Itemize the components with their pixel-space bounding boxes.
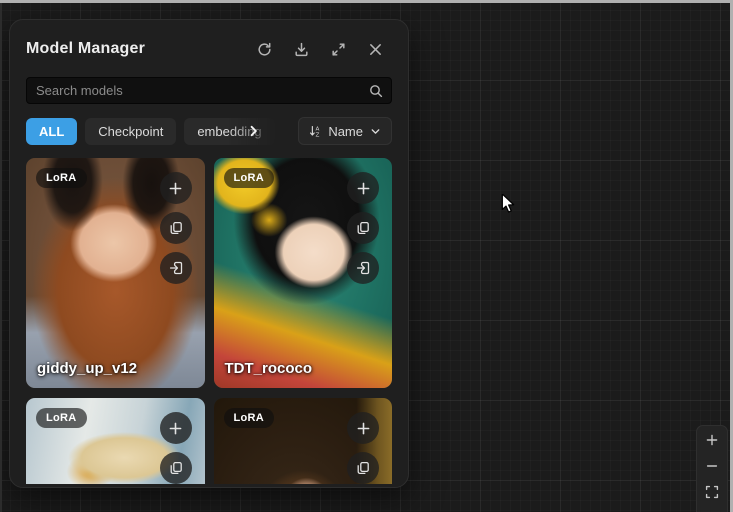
- add-model-button[interactable]: [347, 172, 379, 204]
- model-manager-panel: Model Manager: [9, 19, 409, 488]
- copy-icon: [355, 460, 371, 476]
- refresh-button[interactable]: [255, 40, 273, 58]
- copy-model-button[interactable]: [347, 212, 379, 244]
- model-cards-viewport[interactable]: LoRA giddy_up_v12 LoRA: [26, 158, 392, 484]
- card-actions: [347, 412, 379, 484]
- sort-alpha-icon: A Z: [308, 124, 322, 138]
- copy-icon: [168, 460, 184, 476]
- download-icon: [293, 41, 310, 58]
- copy-model-button[interactable]: [347, 452, 379, 484]
- expand-button[interactable]: [329, 40, 347, 58]
- search-row: [26, 77, 392, 104]
- window-frame-top: [0, 0, 733, 3]
- copy-model-button[interactable]: [160, 452, 192, 484]
- load-model-button[interactable]: [160, 252, 192, 284]
- panel-header: Model Manager: [26, 36, 392, 62]
- minus-icon: [704, 458, 720, 474]
- copy-icon: [355, 220, 371, 236]
- window-frame-left: [0, 0, 2, 512]
- model-name: giddy_up_v12: [37, 360, 137, 377]
- card-actions: [160, 172, 192, 284]
- filter-chip-embedding[interactable]: embedding: [184, 118, 274, 145]
- copy-icon: [168, 220, 184, 236]
- model-name: TDT_rococo: [225, 360, 313, 377]
- sort-dropdown[interactable]: A Z Name: [298, 117, 392, 145]
- zoom-out-button[interactable]: [703, 457, 721, 474]
- close-icon: [367, 41, 384, 58]
- filter-chips-row: ALL Checkpoint embedding Hype A Z Name: [26, 117, 392, 145]
- chevron-down-icon: [369, 125, 382, 138]
- search-icon[interactable]: [368, 83, 384, 99]
- model-type-badge: LoRA: [36, 408, 87, 428]
- chevron-right-icon: [246, 124, 261, 139]
- fit-view-button[interactable]: [703, 483, 721, 500]
- sort-label: Name: [328, 124, 363, 139]
- add-model-button[interactable]: [160, 172, 192, 204]
- plus-icon: [355, 180, 372, 197]
- model-card-3[interactable]: LoRA: [26, 398, 205, 484]
- plus-icon: [167, 180, 184, 197]
- load-model-button[interactable]: [347, 252, 379, 284]
- card-actions: [160, 412, 192, 484]
- refresh-icon: [256, 41, 273, 58]
- fit-view-icon: [704, 484, 720, 500]
- chips-scroll-right-button[interactable]: [246, 124, 261, 139]
- model-cards-grid: LoRA giddy_up_v12 LoRA: [26, 158, 392, 484]
- add-model-button[interactable]: [347, 412, 379, 444]
- zoom-in-button[interactable]: [703, 431, 721, 448]
- close-button[interactable]: [366, 40, 384, 58]
- model-card-giddy-up[interactable]: LoRA giddy_up_v12: [26, 158, 205, 388]
- import-icon: [168, 260, 184, 276]
- model-card-4[interactable]: LoRA: [214, 398, 393, 484]
- panel-header-actions: [255, 40, 384, 58]
- canvas-zoom-toolbar: [696, 425, 728, 512]
- model-type-badge: LoRA: [224, 408, 275, 428]
- copy-model-button[interactable]: [160, 212, 192, 244]
- filter-chip-hypernetwork[interactable]: Hype: [283, 118, 291, 145]
- add-model-button[interactable]: [160, 412, 192, 444]
- download-button[interactable]: [292, 40, 310, 58]
- svg-text:A: A: [316, 126, 320, 132]
- card-actions: [347, 172, 379, 284]
- plus-icon: [167, 420, 184, 437]
- import-icon: [355, 260, 371, 276]
- model-type-badge: LoRA: [36, 168, 87, 188]
- plus-icon: [355, 420, 372, 437]
- panel-title: Model Manager: [26, 40, 145, 58]
- expand-icon: [330, 41, 347, 58]
- filter-chip-checkpoint[interactable]: Checkpoint: [85, 118, 176, 145]
- filter-chip-all[interactable]: ALL: [26, 118, 77, 145]
- svg-text:Z: Z: [316, 132, 320, 138]
- search-input[interactable]: [26, 77, 392, 104]
- model-card-tdt-rococo[interactable]: LoRA TDT_rococo: [214, 158, 393, 388]
- model-type-badge: LoRA: [224, 168, 275, 188]
- plus-icon: [704, 432, 720, 448]
